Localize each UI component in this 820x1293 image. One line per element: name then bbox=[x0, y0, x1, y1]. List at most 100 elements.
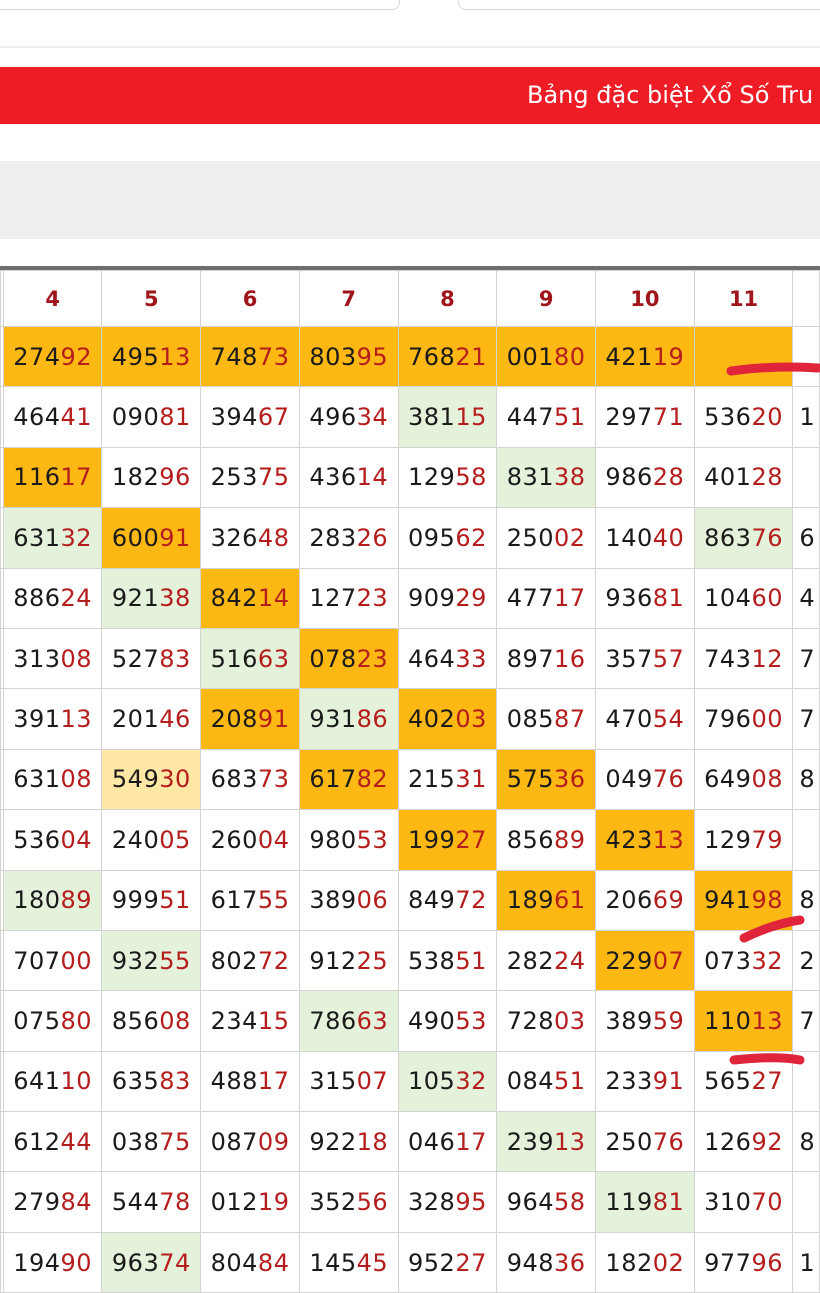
result-cell: 23913 bbox=[496, 1111, 596, 1173]
number-head: 423 bbox=[605, 825, 653, 854]
number-head: 575 bbox=[506, 765, 555, 794]
number-head: 922 bbox=[309, 1127, 357, 1156]
edge-column-header bbox=[792, 270, 820, 327]
number-tail: 91 bbox=[652, 1067, 685, 1096]
result-cell: 11617 bbox=[2, 446, 103, 509]
number-head: 140 bbox=[605, 523, 653, 552]
result-cell: 12979 bbox=[693, 809, 794, 871]
number-tail: 51 bbox=[554, 403, 586, 432]
number-head: 897 bbox=[506, 644, 555, 673]
result-cell: 31070 bbox=[693, 1171, 794, 1233]
number-tail: 19 bbox=[652, 342, 685, 371]
top-divider bbox=[0, 46, 820, 48]
number-head: 012 bbox=[210, 1188, 258, 1217]
number-head: 748 bbox=[210, 342, 258, 371]
number-head: 085 bbox=[506, 705, 555, 734]
number-head: 391 bbox=[13, 705, 61, 734]
banner-title: Bảng đặc biệt Xổ Số Tru bbox=[527, 81, 814, 109]
number-head: 831 bbox=[506, 463, 555, 492]
number-tail: 08 bbox=[60, 765, 93, 794]
number-head: 421 bbox=[605, 342, 653, 371]
result-cell: 64110 bbox=[2, 1050, 103, 1113]
result-cell: 40128 bbox=[693, 446, 794, 509]
number-head: 536 bbox=[704, 403, 752, 432]
number-tail: 76 bbox=[751, 523, 783, 552]
number-tail: 08 bbox=[751, 765, 783, 794]
number-tail: 23 bbox=[356, 584, 389, 613]
number-head: 999 bbox=[111, 886, 160, 915]
number-head: 936 bbox=[605, 584, 653, 613]
number-tail: 83 bbox=[159, 644, 191, 673]
column-header-4: 4 bbox=[2, 270, 103, 327]
number-tail: 60 bbox=[751, 584, 783, 613]
result-cell: 49634 bbox=[298, 386, 399, 448]
result-cell: 38959 bbox=[595, 990, 695, 1052]
number-tail: 10 bbox=[60, 1067, 93, 1096]
result-cell: 60091 bbox=[101, 507, 202, 569]
number-head: 649 bbox=[704, 765, 752, 794]
number-head: 768 bbox=[408, 342, 456, 371]
table-row: 63132 60091 32648 28326 09562 25002 14040 86376… bbox=[0, 507, 820, 569]
number-head: 863 bbox=[704, 523, 752, 552]
number-tail: 54 bbox=[652, 705, 685, 734]
number-tail: 67 bbox=[257, 403, 290, 432]
number-head: 527 bbox=[111, 644, 160, 673]
number-tail: 15 bbox=[455, 403, 487, 432]
edge-cell bbox=[792, 446, 820, 509]
table-row: 64110 63583 48817 31507 10532 08451 23391 56527 bbox=[0, 1050, 820, 1113]
result-cell: 53604 bbox=[2, 809, 103, 871]
number-head: 075 bbox=[13, 1006, 61, 1035]
result-cell: 53620 bbox=[693, 386, 794, 448]
number-tail: 17 bbox=[455, 1127, 487, 1156]
filter-input-left[interactable] bbox=[0, 0, 400, 10]
result-cell: 07823 bbox=[298, 627, 399, 690]
result-cell: 61782 bbox=[298, 748, 399, 811]
number-tail: 36 bbox=[554, 765, 586, 794]
number-head: 447 bbox=[506, 403, 555, 432]
result-cell: 08451 bbox=[496, 1050, 596, 1113]
number-tail: 79 bbox=[751, 825, 783, 854]
result-cell: 54478 bbox=[101, 1171, 202, 1233]
table-row: 19490 96374 80484 14545 95227 94836 18202 97796… bbox=[0, 1231, 820, 1293]
number-tail: 90 bbox=[60, 1248, 93, 1277]
number-head: 941 bbox=[704, 886, 752, 915]
result-cell: 85689 bbox=[496, 809, 596, 871]
number-tail: 36 bbox=[554, 1248, 586, 1277]
number-head: 402 bbox=[408, 705, 456, 734]
number-head: 310 bbox=[704, 1188, 752, 1217]
number-head: 233 bbox=[605, 1067, 653, 1096]
result-cell: 93681 bbox=[595, 567, 695, 629]
number-tail: 46 bbox=[159, 705, 191, 734]
result-cell: 91225 bbox=[298, 929, 399, 992]
number-tail: 13 bbox=[60, 705, 93, 734]
number-tail: 55 bbox=[159, 946, 191, 975]
number-tail: 08 bbox=[159, 1006, 191, 1035]
number-tail: 78 bbox=[159, 1188, 191, 1217]
number-tail: 14 bbox=[356, 463, 389, 492]
table-row: 18089 99951 61755 38906 84972 18961 20669 94198… bbox=[0, 869, 820, 931]
result-cell: 74312 bbox=[693, 627, 794, 690]
number-tail: 63 bbox=[257, 644, 290, 673]
number-head: 215 bbox=[408, 765, 456, 794]
number-tail: 71 bbox=[652, 403, 685, 432]
number-head: 129 bbox=[408, 463, 456, 492]
result-cell: 09562 bbox=[397, 507, 498, 569]
result-cell: 04976 bbox=[595, 748, 695, 811]
filter-input-right[interactable] bbox=[458, 0, 820, 10]
number-head: 046 bbox=[408, 1127, 456, 1156]
result-cell: 19927 bbox=[397, 809, 498, 871]
number-tail: 32 bbox=[60, 523, 93, 552]
number-head: 931 bbox=[309, 705, 357, 734]
result-cell: 22907 bbox=[595, 929, 695, 992]
number-head: 802 bbox=[210, 946, 258, 975]
number-tail: 76 bbox=[652, 1127, 685, 1156]
result-cell: 97796 bbox=[693, 1231, 794, 1293]
number-tail: 57 bbox=[652, 644, 685, 673]
number-tail: 32 bbox=[751, 946, 783, 975]
number-tail: 45 bbox=[356, 1248, 389, 1277]
number-tail: 73 bbox=[257, 765, 290, 794]
number-tail: 51 bbox=[159, 886, 191, 915]
result-cell: 63583 bbox=[101, 1050, 202, 1113]
number-tail: 61 bbox=[554, 886, 586, 915]
number-tail: 14 bbox=[257, 584, 290, 613]
